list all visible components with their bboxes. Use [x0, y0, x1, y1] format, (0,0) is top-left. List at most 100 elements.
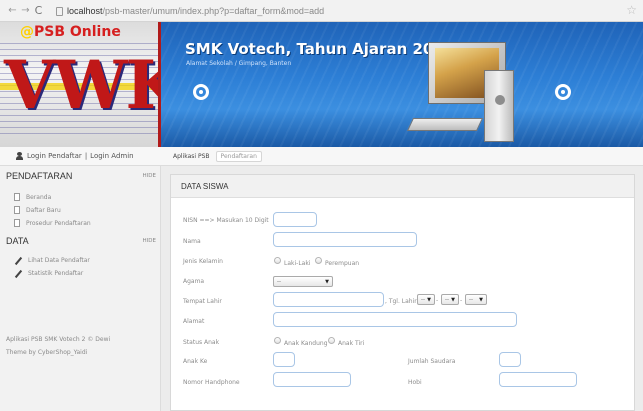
tgl-month-select[interactable]: -- ▼ — [441, 294, 459, 305]
url-path: /psb-master/umum/index.php?p=daftar_form… — [102, 6, 325, 16]
section-data-title: DATA — [6, 236, 29, 246]
nomor-hp-label: Nomor Handphone — [183, 379, 240, 386]
laki-laki-label: Laki-Laki — [284, 260, 311, 267]
tower-illustration — [484, 70, 514, 142]
circle-icon — [555, 84, 571, 100]
url-host: localhost — [67, 6, 103, 16]
nama-input[interactable] — [273, 232, 417, 247]
address-bar[interactable]: localhost/psb-master/umum/index.php?p=da… — [56, 3, 626, 19]
user-icon — [16, 152, 23, 160]
tempat-lahir-label: Tempat Lahir — [183, 298, 222, 305]
url-text[interactable]: localhost/psb-master/umum/index.php?p=da… — [67, 6, 324, 16]
hide-data-link[interactable]: HIDE — [143, 238, 156, 244]
section-pendaftaran-title: PENDAFTARAN — [6, 171, 73, 181]
tgl-year-value: -- — [469, 296, 473, 303]
reload-button[interactable]: C — [32, 4, 45, 17]
page-icon — [56, 6, 63, 16]
hobi-input[interactable] — [499, 372, 577, 387]
sidebar-item-statistik[interactable]: Statistik Pendaftar — [14, 269, 84, 278]
back-button[interactable]: ← — [6, 5, 19, 16]
bookmark-star-icon[interactable]: ☆ — [626, 3, 637, 17]
tgl-day-value: -- — [421, 296, 425, 303]
alamat-label: Alamat — [183, 318, 205, 325]
logo-top-text: @PSB Online — [20, 24, 121, 40]
radio-perempuan[interactable] — [315, 257, 322, 264]
agama-value: -- — [277, 278, 281, 285]
logo-main-text: VWK — [4, 46, 158, 124]
date-separator: - — [436, 297, 439, 304]
circle-icon — [193, 84, 209, 100]
nisn-input[interactable] — [273, 212, 317, 227]
login-admin-link[interactable]: Login Admin — [90, 152, 133, 160]
keyboard-illustration — [406, 118, 484, 131]
jenis-kelamin-label: Jenis Kelamin — [183, 258, 223, 265]
site-subtitle: Alamat Sekolah / Gimpang, Banten — [186, 60, 292, 67]
chevron-down-icon: ▼ — [451, 297, 455, 303]
sidebar-item-label: Prosedur Pendaftaran — [26, 219, 91, 227]
nama-label: Nama — [183, 238, 201, 245]
login-bar: Login Pendaftar | Login Admin — [0, 147, 161, 166]
tgl-day-select[interactable]: -- ▼ — [417, 294, 435, 305]
form-panel: DATA SISWA NISN ==> Masukan 10 Digit Nam… — [170, 174, 635, 411]
logo-top-accent: @ — [20, 24, 34, 40]
main-content: DATA SISWA NISN ==> Masukan 10 Digit Nam… — [161, 166, 643, 411]
agama-label: Agama — [183, 278, 205, 285]
pencil-icon — [14, 256, 23, 265]
sidebar-item-lihat-data[interactable]: Lihat Data Pendaftar — [14, 256, 90, 265]
tempat-lahir-input[interactable] — [273, 292, 384, 307]
pencil-icon — [14, 269, 23, 278]
site-header: @PSB Online VWK SMK Votech, Tahun Ajaran… — [0, 22, 643, 147]
chevron-down-icon: ▼ — [479, 297, 483, 303]
date-separator: - — [460, 297, 463, 304]
computer-illustration — [406, 42, 535, 145]
browser-toolbar: ← → C localhost/psb-master/umum/index.ph… — [0, 0, 643, 22]
status-anak-label: Status Anak — [183, 339, 220, 346]
sidebar-item-beranda[interactable]: Beranda — [14, 193, 51, 201]
perempuan-label: Perempuan — [325, 260, 360, 267]
forward-button[interactable]: → — [19, 5, 32, 16]
hide-pendaftaran-link[interactable]: HIDE — [143, 173, 156, 179]
tab-aplikasi-psb[interactable]: Aplikasi PSB — [173, 153, 210, 160]
breadcrumb: Aplikasi PSB Pendaftaran — [161, 147, 643, 166]
logo-top-rest: PSB Online — [34, 24, 121, 40]
anak-ke-label: Anak Ke — [183, 358, 208, 365]
sidebar: PENDAFTARAN HIDE Beranda Daftar Baru Pro… — [0, 166, 161, 411]
agama-select[interactable]: -- ▼ — [273, 276, 333, 287]
radio-anak-kandung[interactable] — [274, 337, 281, 344]
hobi-label: Hobi — [408, 379, 422, 386]
document-icon — [14, 219, 20, 227]
alamat-input[interactable] — [273, 312, 517, 327]
anak-tiri-label: Anak Tiri — [338, 340, 365, 347]
anak-kandung-label: Anak Kandung — [284, 340, 328, 347]
panel-title: DATA SISWA — [181, 181, 229, 191]
document-icon — [14, 193, 20, 201]
chevron-down-icon: ▼ — [427, 297, 431, 303]
tgl-lahir-label: , Tgl. Lahir — [385, 298, 417, 305]
footer-theme: Theme by CyberShop_Yaidi — [6, 349, 88, 356]
nisn-label: NISN ==> Masukan 10 Digit — [183, 217, 269, 224]
jumlah-saudara-label: Jumlah Saudara — [408, 358, 456, 365]
footer-credit: Aplikasi PSB SMK Votech 2 © Dewi — [6, 336, 111, 343]
sidebar-item-daftar-baru[interactable]: Daftar Baru — [14, 206, 61, 214]
sidebar-item-label: Lihat Data Pendaftar — [28, 257, 90, 264]
sidebar-item-label: Beranda — [26, 193, 52, 201]
separator: | — [84, 152, 88, 160]
sidebar-item-prosedur[interactable]: Prosedur Pendaftaran — [14, 219, 91, 227]
document-icon — [14, 206, 20, 214]
section-data-header: DATA HIDE — [6, 235, 156, 247]
sidebar-item-label: Statistik Pendaftar — [28, 270, 84, 277]
nomor-hp-input[interactable] — [273, 372, 351, 387]
chevron-down-icon: ▼ — [325, 279, 329, 285]
radio-anak-tiri[interactable] — [328, 337, 335, 344]
section-pendaftaran-header: PENDAFTARAN HIDE — [6, 170, 156, 182]
logo: @PSB Online VWK — [0, 22, 161, 147]
jumlah-saudara-input[interactable] — [499, 352, 521, 367]
anak-ke-input[interactable] — [273, 352, 295, 367]
tgl-month-value: -- — [445, 296, 449, 303]
radio-laki-laki[interactable] — [274, 257, 281, 264]
panel-header: DATA SISWA — [171, 175, 634, 198]
login-pendaftar-link[interactable]: Login Pendaftar — [27, 152, 82, 160]
tgl-year-select[interactable]: -- ▼ — [465, 294, 487, 305]
tab-pendaftaran[interactable]: Pendaftaran — [215, 150, 262, 162]
sidebar-item-label: Daftar Baru — [26, 206, 61, 214]
